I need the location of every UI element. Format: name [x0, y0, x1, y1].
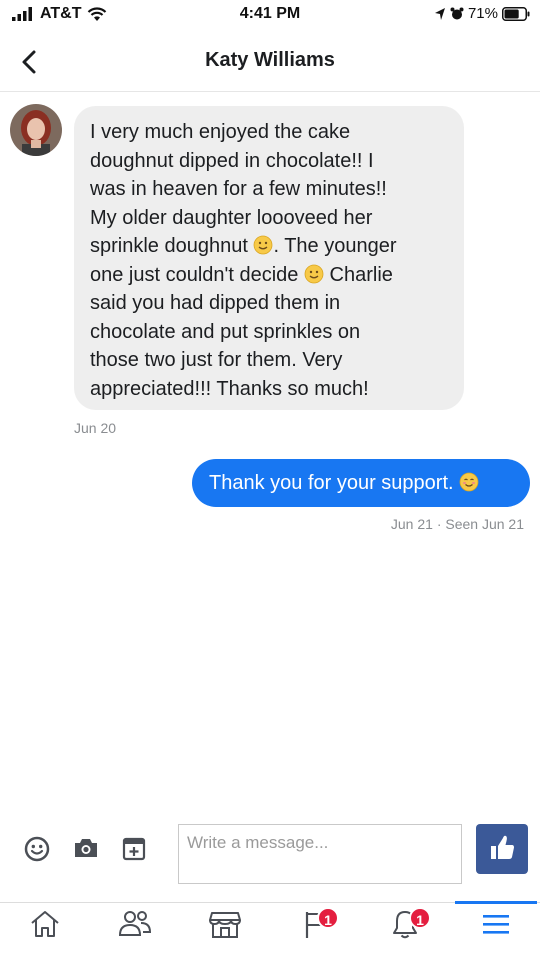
message-line: was in heaven for a few minutes!!	[90, 178, 387, 200]
tab-pages[interactable]: 1	[285, 907, 345, 959]
incoming-timestamp: Jun 20	[74, 420, 117, 436]
message-text: sprinkle doughnut	[90, 235, 254, 257]
message-text: one just couldn't decide	[90, 263, 304, 286]
location-arrow-icon	[434, 7, 445, 20]
outgoing-message-text: Thank you for your support.	[209, 472, 460, 494]
smiley-emoji-icon	[254, 235, 273, 255]
tab-notifications[interactable]: 1	[375, 907, 435, 959]
message-line: one just couldn't decide Charlie	[90, 261, 450, 290]
tab-friends[interactable]	[105, 907, 165, 959]
tab-menu[interactable]	[466, 907, 526, 959]
status-right: 71%	[434, 5, 530, 22]
like-button[interactable]	[476, 824, 528, 874]
smiley-emoji-icon	[304, 264, 324, 283]
message-input[interactable]	[178, 824, 462, 884]
tab-home[interactable]	[15, 907, 75, 959]
thumbs-up-icon	[491, 835, 514, 859]
conversation-header: Katy Williams	[0, 30, 540, 92]
camera-button[interactable]	[73, 837, 99, 864]
battery-icon	[502, 6, 530, 21]
message-line: I very much enjoyed the cake	[90, 121, 351, 143]
menu-icon	[483, 915, 509, 934]
message-line: chocolate and put sprinkles on	[90, 320, 361, 343]
emoji-icon	[24, 836, 50, 862]
status-bar: AT&T 4:41 PM 71%	[0, 0, 540, 30]
message-line: those two just for them. Very	[90, 349, 343, 371]
home-icon	[31, 911, 59, 937]
message-line: said you had dipped them in	[90, 292, 341, 314]
pages-badge: 1	[317, 907, 339, 929]
outgoing-timestamp-seen: Jun 21 · Seen Jun 21	[390, 516, 524, 532]
blush-emoji-icon	[459, 472, 479, 492]
message-line: sprinkle doughnut . The younger	[90, 232, 450, 261]
friends-icon	[118, 911, 152, 936]
message-line: appreciated!!! Thanks so much!	[90, 377, 369, 400]
avatar[interactable]	[10, 104, 62, 156]
message-line: My older daughter loooveed her	[90, 206, 373, 229]
message-line: doughnut dipped in chocolate!! I	[90, 149, 374, 172]
notifications-badge: 1	[409, 907, 431, 929]
message-composer	[0, 814, 540, 890]
message-text: Charlie	[323, 263, 393, 286]
profile-photo	[10, 104, 62, 156]
sticker-button[interactable]	[122, 837, 146, 866]
incoming-message-bubble[interactable]: I very much enjoyed the cake doughnut di…	[74, 106, 464, 410]
bottom-tab-bar: 1 1	[0, 901, 540, 960]
alarm-icon	[450, 7, 464, 19]
battery-percent: 71%	[467, 5, 498, 22]
active-tab-indicator	[455, 901, 537, 904]
outgoing-message-bubble[interactable]: Thank you for your support.	[192, 459, 530, 507]
camera-icon	[75, 839, 97, 857]
contact-name[interactable]: Katy Williams	[0, 49, 540, 72]
marketplace-icon	[209, 912, 241, 938]
emoji-button[interactable]	[24, 836, 50, 867]
message-text: . The younger	[273, 235, 397, 257]
sticker-icon	[122, 837, 146, 861]
tab-marketplace[interactable]	[195, 907, 255, 959]
